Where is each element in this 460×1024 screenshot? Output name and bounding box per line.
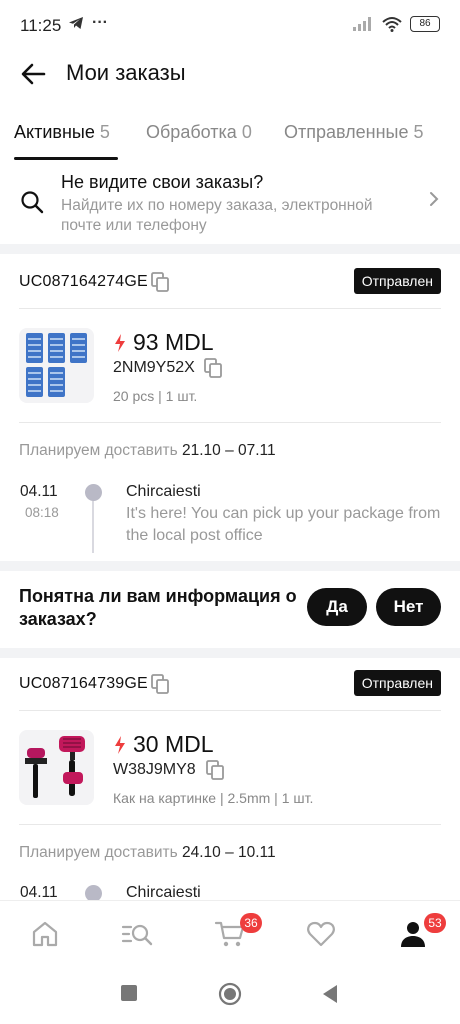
tracking-location: Chircaiesti (126, 483, 201, 500)
tracking-description: It's here! You can pick up your package … (126, 505, 441, 544)
system-navigation (0, 970, 460, 1024)
order-price: 30 MDL (133, 731, 214, 757)
chevron-right-icon (430, 192, 439, 206)
catalog-search-icon (121, 924, 153, 946)
yes-button[interactable]: Да (307, 588, 367, 626)
tracking-time: 08:18 (25, 505, 59, 520)
copy-icon[interactable] (206, 760, 224, 780)
tab-active[interactable]: Активные 5 (14, 122, 110, 143)
divider (19, 710, 441, 711)
more-notifications-icon: ··· (92, 14, 108, 31)
nav-catalog[interactable] (120, 919, 154, 953)
order-price: 93 MDL (133, 329, 214, 355)
cart-badge: 36 (240, 913, 262, 933)
status-badge: Отправлен (353, 268, 441, 294)
nav-cart[interactable]: 36 (214, 913, 262, 953)
divider (0, 648, 460, 658)
derma-roller-image (25, 736, 85, 798)
status-badge: Отправлен (353, 670, 441, 696)
active-tab-indicator (14, 157, 118, 160)
copy-icon[interactable] (204, 358, 222, 378)
feedback-question: Понятна ли вам информация о заказах? (19, 586, 297, 629)
product-variant: 20 pcs | 1 шт. (113, 388, 198, 404)
home-button-icon[interactable] (218, 982, 242, 1006)
copy-icon[interactable] (151, 272, 169, 292)
delivery-dates: 24.10 – 10.11 (181, 844, 276, 861)
status-bar: 11:25 ··· 86 (0, 0, 460, 52)
timeline-dot (85, 484, 102, 501)
product-image[interactable] (19, 328, 94, 403)
lightning-icon (115, 735, 125, 754)
order-header: UC087164739GE Отправлен (0, 662, 460, 706)
signal-icon (353, 17, 371, 31)
delivery-estimate: Планируем доставить 21.10 – 07.11 (19, 442, 276, 459)
profile-badge: 53 (424, 913, 446, 933)
nav-profile[interactable]: 53 (398, 913, 446, 953)
hint-subtitle: Найдите их по номеру заказа, электронной… (61, 197, 373, 234)
telegram-icon (69, 17, 83, 29)
product-image[interactable] (19, 730, 94, 805)
nav-home[interactable] (30, 919, 64, 953)
divider (19, 824, 441, 825)
delivery-dates: 21.10 – 07.11 (181, 442, 276, 459)
wifi-icon (382, 17, 402, 32)
bottom-navigation: 36 53 (0, 900, 460, 970)
divider (19, 422, 441, 423)
product-sku: 2NM9Y52X (113, 359, 195, 376)
tracking-date: 04.11 (20, 483, 58, 500)
page-title: Мои заказы (66, 60, 186, 85)
feedback-prompt: Понятна ли вам информация о заказах? Да … (0, 571, 460, 645)
razor-blades-image (26, 333, 87, 397)
recent-apps-icon[interactable] (120, 984, 138, 1002)
hint-title: Не видите свои заказы? (61, 172, 264, 192)
divider (0, 561, 460, 571)
order-id: UC087164739GE (19, 675, 148, 692)
back-arrow-icon[interactable] (18, 60, 48, 88)
no-button[interactable]: Нет (376, 588, 441, 626)
order-id: UC087164274GE (19, 273, 148, 290)
product-sku: W38J9MY8 (113, 761, 196, 778)
heart-icon (307, 921, 335, 947)
header: Мои заказы (0, 52, 460, 96)
delivery-estimate: Планируем доставить 24.10 – 10.11 (19, 844, 276, 861)
product-variant: Как на картинке | 2.5mm | 1 шт. (113, 790, 314, 806)
divider (19, 308, 441, 309)
timeline-line (92, 501, 94, 553)
copy-icon[interactable] (151, 674, 169, 694)
divider (0, 244, 460, 254)
back-button-icon[interactable] (321, 984, 339, 1004)
home-icon (32, 921, 58, 947)
order-tabs: Активные 5 Обработка 0 Отправленные 5 (0, 118, 460, 162)
order-header: UC087164274GE Отправлен (0, 260, 460, 304)
status-time: 11:25 (20, 16, 62, 35)
tab-processing[interactable]: Обработка 0 (146, 122, 252, 143)
search-icon (21, 191, 44, 214)
nav-favorites[interactable] (306, 919, 340, 953)
battery-indicator: 86 (410, 16, 440, 32)
tab-shipped[interactable]: Отправленные 5 (284, 122, 424, 143)
find-orders-hint[interactable]: Не видите свои заказы? Найдите их по ном… (0, 168, 460, 240)
lightning-icon (115, 333, 125, 352)
